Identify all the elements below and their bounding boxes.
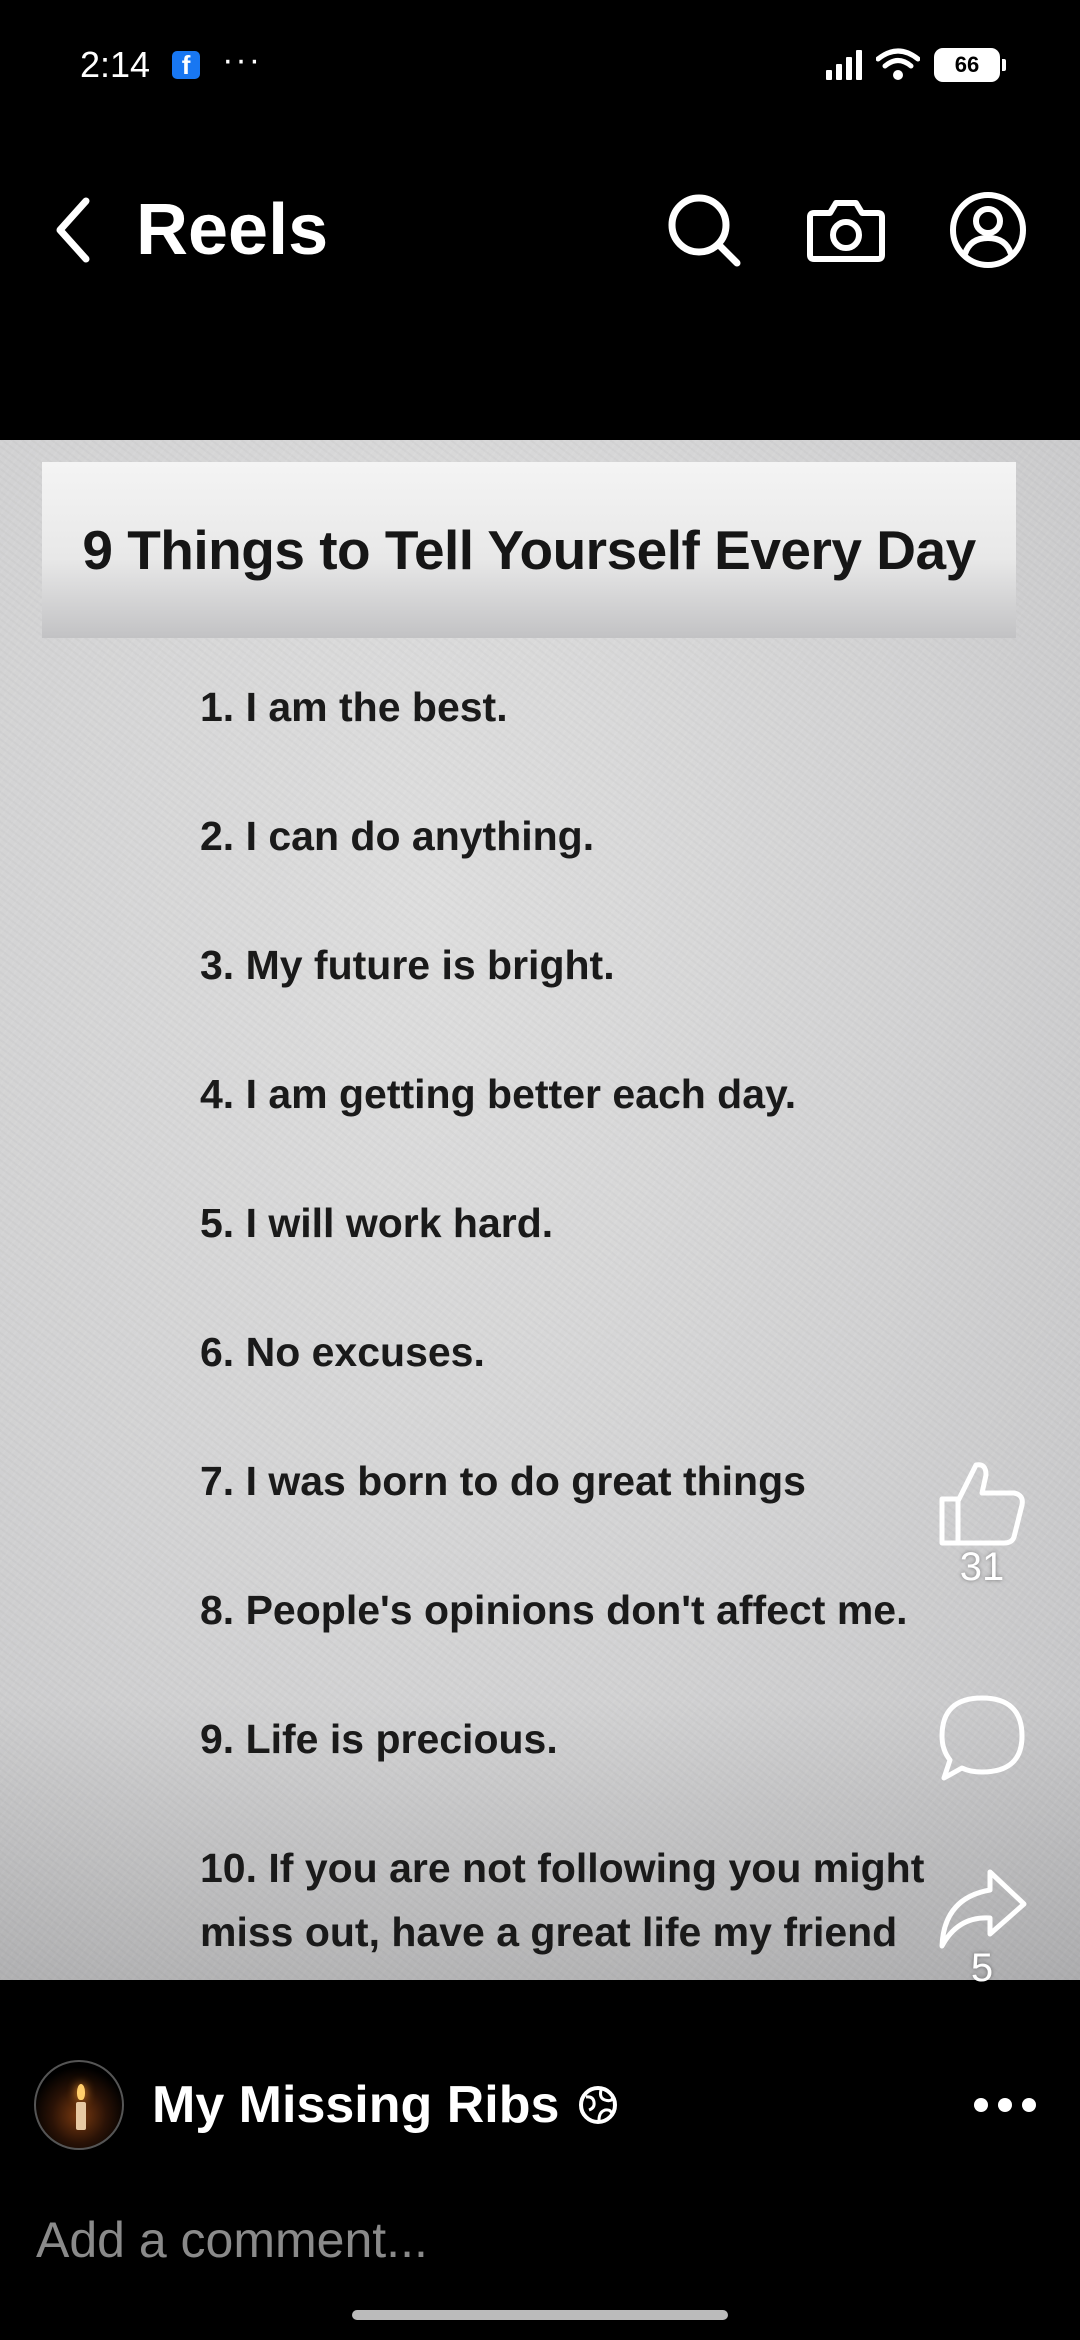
- reel-title-banner: 9 Things to Tell Yourself Every Day: [42, 462, 1016, 638]
- author-name[interactable]: My Missing Ribs: [152, 2075, 559, 2135]
- list-item: 3. My future is bright.: [200, 942, 615, 988]
- more-dot: [998, 2098, 1012, 2112]
- battery-indicator: 66: [934, 48, 1006, 82]
- wifi-icon: [876, 48, 920, 80]
- reel-video[interactable]: 9 Things to Tell Yourself Every Day 1. I…: [0, 440, 1080, 1980]
- list-item: 1. I am the best.: [200, 684, 508, 730]
- back-chevron-icon: [56, 197, 90, 263]
- list-item: 6. No excuses.: [200, 1329, 485, 1375]
- status-bar: 2:14 f ··· 66: [0, 0, 1080, 130]
- page-title: Reels: [136, 190, 329, 270]
- profile-icon: [950, 192, 1026, 268]
- comment-action[interactable]: [927, 1690, 1037, 1786]
- status-left: 2:14 f ···: [80, 41, 263, 86]
- share-icon[interactable]: [934, 1862, 1030, 1952]
- comment-icon[interactable]: [934, 1690, 1030, 1786]
- list-item: 10. If you are not following you might: [200, 1845, 925, 1891]
- signal-icon: [826, 50, 862, 80]
- list-item: 8. People's opinions don't affect me.: [200, 1587, 908, 1633]
- author-row: My Missing Ribs: [34, 2060, 1054, 2150]
- header-actions: [664, 190, 1028, 270]
- search-button[interactable]: [664, 190, 744, 270]
- more-dot: [1022, 2098, 1036, 2112]
- home-indicator[interactable]: [352, 2310, 728, 2320]
- facebook-notification-icon: f: [172, 51, 201, 79]
- like-count: 31: [959, 1545, 1005, 1589]
- more-options-button[interactable]: [956, 2088, 1054, 2122]
- status-right: 66: [826, 48, 1006, 82]
- reels-screen: 2:14 f ··· 66 Reels 9 Things to Tell You…: [0, 0, 1080, 2340]
- list-item: 7. I was born to do great things: [200, 1458, 806, 1504]
- reel-title: 9 Things to Tell Yourself Every Day: [82, 519, 976, 581]
- profile-button[interactable]: [948, 190, 1028, 270]
- share-action[interactable]: 5: [927, 1862, 1037, 1991]
- more-notifications-icon: ···: [222, 41, 263, 79]
- reels-header: Reels: [0, 170, 1080, 290]
- list-item: 4. I am getting better each day.: [200, 1071, 797, 1117]
- avatar[interactable]: [34, 2060, 124, 2150]
- camera-icon: [807, 200, 885, 262]
- globe-icon: [579, 2086, 618, 2124]
- more-dot: [974, 2098, 988, 2112]
- back-button[interactable]: [52, 190, 112, 270]
- camera-button[interactable]: [806, 190, 886, 270]
- like-action[interactable]: 31: [927, 1455, 1037, 1590]
- search-icon: [668, 194, 741, 267]
- list-item: 9. Life is precious.: [200, 1716, 558, 1762]
- share-count: 5: [970, 1946, 994, 1990]
- status-time: 2:14: [80, 44, 151, 85]
- list-item: 5. I will work hard.: [200, 1200, 554, 1246]
- comment-input[interactable]: [36, 2205, 1036, 2275]
- list-item: miss out, have a great life my friend: [200, 1909, 898, 1955]
- list-item: 2. I can do anything.: [200, 813, 595, 859]
- like-icon[interactable]: [934, 1455, 1030, 1551]
